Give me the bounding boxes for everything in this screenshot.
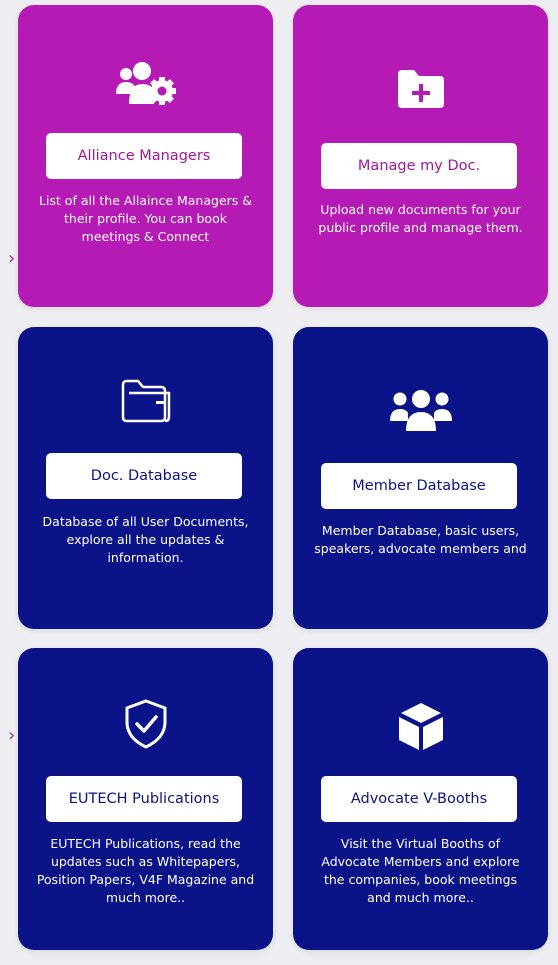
card-description: List of all the Allaince Managers & thei… [38,193,253,244]
card-description: Database of all User Documents, explore … [42,514,249,565]
chevron-right-icon[interactable]: › [8,250,15,268]
card-doc-database[interactable]: Doc. Database Database of all User Docum… [18,327,273,629]
card-eutech-publications[interactable]: EUTECH Publications EUTECH Publications,… [18,648,273,950]
card-description: Member Database, basic users, speakers, … [314,523,527,556]
manage-my-doc-button[interactable]: Manage my Doc. [321,143,517,189]
cube-icon [397,700,445,756]
card-alliance-managers[interactable]: Alliance Managers List of all the Allain… [18,5,273,307]
card-member-database[interactable]: Member Database Member Database, basic u… [293,327,548,629]
users-icon [388,387,454,437]
card-advocate-v-booths[interactable]: Advocate V-Booths Visit the Virtual Boot… [293,648,548,950]
alliance-managers-button[interactable]: Alliance Managers [46,133,242,179]
folder-icon [120,377,172,427]
folder-plus-icon [396,68,446,114]
users-gear-icon [113,60,179,114]
card-description: Upload new documents for your public pro… [318,202,523,235]
doc-database-button[interactable]: Doc. Database [46,453,242,499]
card-description: Visit the Virtual Booths of Advocate Mem… [321,836,520,905]
card-manage-my-doc[interactable]: Manage my Doc. Upload new documents for … [293,5,548,307]
eutech-publications-button[interactable]: EUTECH Publications [46,776,242,822]
chevron-right-icon[interactable]: › [8,727,15,745]
advocate-v-booths-button[interactable]: Advocate V-Booths [321,776,517,822]
member-database-button[interactable]: Member Database [321,463,517,509]
shield-check-icon [123,698,169,754]
card-description: EUTECH Publications, read the updates su… [36,836,255,905]
